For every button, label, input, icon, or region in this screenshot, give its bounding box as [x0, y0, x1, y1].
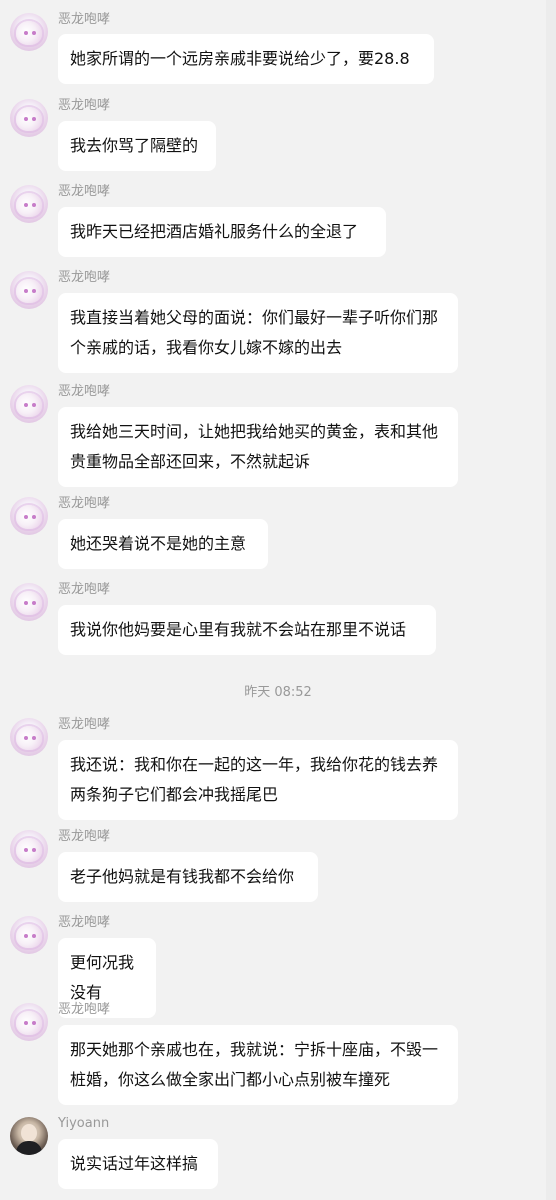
message-bubble[interactable]: 那天她那个亲戚也在，我就说：宁拆十座庙，不毁一桩婚，你这么做全家出门都小心点别被…: [58, 1025, 458, 1105]
sender-name: 恶龙咆哮: [58, 98, 111, 113]
message-bubble[interactable]: 我去你骂了隔壁的: [58, 121, 216, 171]
sender-name: Yiyoann: [58, 1116, 110, 1131]
message-bubble[interactable]: 我还说：我和你在一起的这一年，我给你花的钱去养两条狗子它们都会冲我摇尾巴: [58, 740, 458, 820]
avatar[interactable]: [10, 718, 48, 756]
avatar[interactable]: [10, 1117, 48, 1155]
avatar[interactable]: [10, 99, 48, 137]
chat-window: 恶龙咆哮 她家所谓的一个远房亲戚非要说给少了，要28.8 恶龙咆哮 我去你骂了隔…: [0, 0, 556, 1200]
avatar[interactable]: [10, 497, 48, 535]
sender-name: 恶龙咆哮: [58, 915, 111, 930]
avatar[interactable]: [10, 830, 48, 868]
sender-name: 恶龙咆哮: [58, 717, 111, 732]
sender-name: 恶龙咆哮: [58, 270, 111, 285]
timestamp: 昨天 08:52: [244, 685, 312, 700]
sender-name: 恶龙咆哮: [58, 829, 111, 844]
avatar[interactable]: [10, 1003, 48, 1041]
avatar[interactable]: [10, 13, 48, 51]
sender-name: 恶龙咆哮: [58, 12, 111, 27]
message-bubble[interactable]: 我昨天已经把酒店婚礼服务什么的全退了: [58, 207, 386, 257]
message-bubble[interactable]: 我直接当着她父母的面说：你们最好一辈子听你们那个亲戚的话，我看你女儿嫁不嫁的出去: [58, 293, 458, 373]
avatar[interactable]: [10, 271, 48, 309]
scrollbar[interactable]: [546, 0, 556, 1200]
message-bubble[interactable]: 老子他妈就是有钱我都不会给你: [58, 852, 318, 902]
sender-name: 恶龙咆哮: [58, 184, 111, 199]
sender-name: 恶龙咆哮: [58, 1002, 111, 1017]
message-bubble[interactable]: 她还哭着说不是她的主意: [58, 519, 268, 569]
message-bubble[interactable]: 她家所谓的一个远房亲戚非要说给少了，要28.8: [58, 34, 434, 84]
avatar[interactable]: [10, 916, 48, 954]
avatar[interactable]: [10, 583, 48, 621]
sender-name: 恶龙咆哮: [58, 582, 111, 597]
message-bubble[interactable]: 我给她三天时间，让她把我给她买的黄金，表和其他贵重物品全部还回来，不然就起诉: [58, 407, 458, 487]
avatar[interactable]: [10, 185, 48, 223]
message-bubble[interactable]: 我说你他妈要是心里有我就不会站在那里不说话: [58, 605, 436, 655]
avatar[interactable]: [10, 385, 48, 423]
sender-name: 恶龙咆哮: [58, 384, 111, 399]
message-bubble[interactable]: 说实话过年这样搞: [58, 1139, 218, 1189]
sender-name: 恶龙咆哮: [58, 496, 111, 511]
